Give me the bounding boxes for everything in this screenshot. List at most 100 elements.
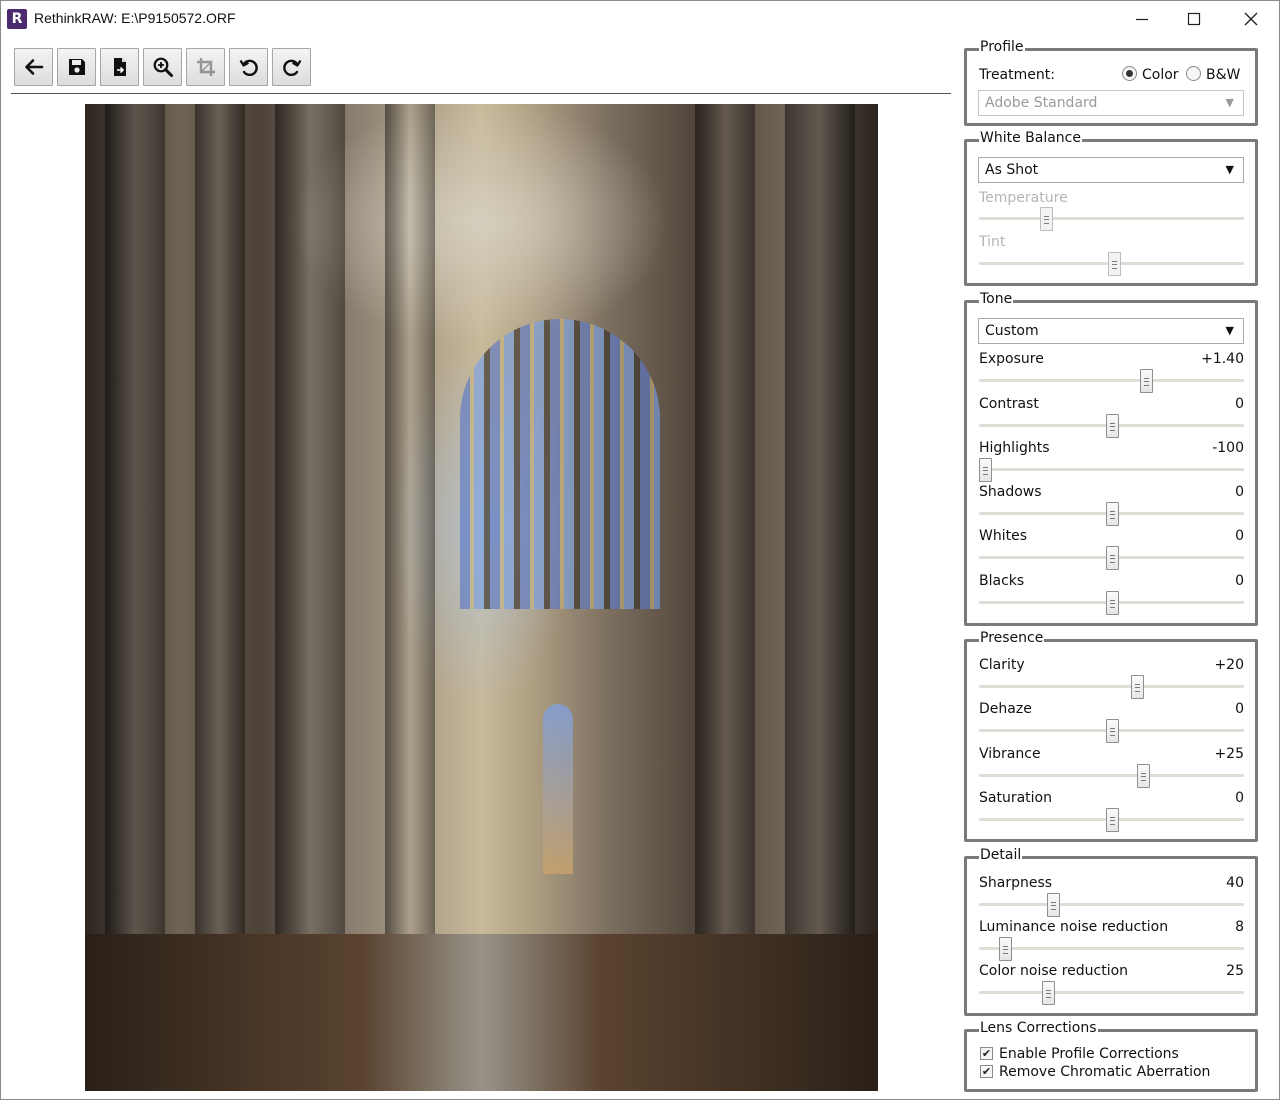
temperature-label: Temperature xyxy=(979,190,1068,206)
highlights-slider[interactable] xyxy=(979,458,1244,482)
slider-track xyxy=(979,774,1244,777)
slider-thumb[interactable] xyxy=(999,937,1013,961)
slider-thumb[interactable] xyxy=(1039,207,1053,231)
slider-thumb[interactable] xyxy=(1130,675,1144,699)
title-bar[interactable]: R RethinkRAW: E:\P9150572.ORF xyxy=(1,1,1279,37)
chevron-down-icon: ▼ xyxy=(1225,163,1234,176)
exposure-slider[interactable] xyxy=(979,369,1244,393)
back-button[interactable] xyxy=(14,48,53,86)
treatment-label: Treatment: xyxy=(979,67,1055,83)
crop-button[interactable] xyxy=(186,48,225,86)
saturation-slider[interactable] xyxy=(979,808,1244,832)
tint-label: Tint xyxy=(979,234,1006,250)
slider-thumb[interactable] xyxy=(1137,764,1151,788)
crop-icon xyxy=(196,58,215,76)
enable-profile-corrections-label: Enable Profile Corrections xyxy=(999,1046,1179,1062)
presence-group: Presence Clarity +20 Dehaze 0 Vibrance +… xyxy=(964,630,1258,842)
dehaze-slider[interactable] xyxy=(979,719,1244,743)
app-logo-icon: R xyxy=(7,9,27,29)
temperature-slider[interactable] xyxy=(979,207,1244,231)
chevron-down-icon: ▼ xyxy=(1225,96,1234,109)
pillar-shape xyxy=(695,104,755,964)
chevron-down-icon: ▼ xyxy=(1225,324,1234,337)
zoom-button[interactable] xyxy=(143,48,182,86)
blacks-label: Blacks xyxy=(979,573,1025,589)
lens-corrections-group: Lens Corrections ✔ Enable Profile Correc… xyxy=(964,1020,1258,1092)
slider-thumb[interactable] xyxy=(1047,893,1061,917)
stained-glass-window xyxy=(460,319,660,609)
rotate-right-button[interactable] xyxy=(272,48,311,86)
clarity-slider[interactable] xyxy=(979,675,1244,699)
pillar-shape xyxy=(385,104,435,964)
tone-group: Tone Custom ▼ Exposure +1.40 Contrast 0 … xyxy=(964,291,1258,626)
luminance-noise-label: Luminance noise reduction xyxy=(979,919,1169,935)
tone-preset-select[interactable]: Custom ▼ xyxy=(978,318,1244,344)
remove-chromatic-aberration-checkbox[interactable]: ✔ xyxy=(980,1065,993,1078)
highlights-value: -100 xyxy=(1212,440,1244,456)
bw-radio-label: B&W xyxy=(1206,67,1241,83)
dehaze-value: 0 xyxy=(1235,701,1244,717)
slider-thumb[interactable] xyxy=(1105,414,1119,438)
tint-slider[interactable] xyxy=(979,252,1244,276)
vibrance-label: Vibrance xyxy=(979,746,1041,762)
slider-track xyxy=(979,903,1244,906)
save-button[interactable] xyxy=(57,48,96,86)
remove-chromatic-aberration-label: Remove Chromatic Aberration xyxy=(999,1064,1211,1080)
white-balance-select[interactable]: As Shot ▼ xyxy=(978,157,1244,183)
rotate-left-button[interactable] xyxy=(229,48,268,86)
saturation-label: Saturation xyxy=(979,790,1052,806)
slider-thumb[interactable] xyxy=(1105,591,1119,615)
slider-track xyxy=(979,217,1244,220)
slider-thumb[interactable] xyxy=(1139,369,1153,393)
slider-track xyxy=(979,685,1244,688)
contrast-slider[interactable] xyxy=(979,414,1244,438)
lower-stained-glass-window xyxy=(543,704,573,874)
color-noise-label: Color noise reduction xyxy=(979,963,1129,979)
contrast-label: Contrast xyxy=(979,396,1039,412)
color-radio-label: Color xyxy=(1142,67,1179,83)
enable-profile-corrections-checkbox[interactable]: ✔ xyxy=(980,1047,993,1060)
profile-select[interactable]: Adobe Standard ▼ xyxy=(978,90,1244,116)
blacks-slider[interactable] xyxy=(979,591,1244,615)
luminance-noise-value: 8 xyxy=(1235,919,1244,935)
whites-slider[interactable] xyxy=(979,546,1244,570)
color-noise-slider[interactable] xyxy=(979,981,1244,1005)
export-button[interactable] xyxy=(100,48,139,86)
close-button[interactable] xyxy=(1222,1,1280,37)
photo-preview[interactable] xyxy=(85,104,878,1091)
sharpness-slider[interactable] xyxy=(979,893,1244,917)
slider-thumb[interactable] xyxy=(1105,546,1119,570)
slider-thumb[interactable] xyxy=(1105,808,1119,832)
arrow-left-icon xyxy=(24,59,43,75)
group-legend: Profile xyxy=(979,39,1025,55)
group-legend: Presence xyxy=(979,630,1045,646)
window-title: RethinkRAW: E:\P9150572.ORF xyxy=(34,10,236,26)
rotate-ccw-icon xyxy=(239,59,258,77)
maximize-button[interactable] xyxy=(1165,1,1223,37)
slider-thumb[interactable] xyxy=(1105,502,1119,526)
slider-thumb[interactable] xyxy=(1042,981,1056,1005)
sharpness-value: 40 xyxy=(1226,875,1244,891)
exposure-value: +1.40 xyxy=(1201,351,1244,367)
group-legend: White Balance xyxy=(979,130,1082,146)
dehaze-label: Dehaze xyxy=(979,701,1032,717)
color-radio[interactable] xyxy=(1122,66,1137,81)
minimize-button[interactable] xyxy=(1113,1,1171,37)
pillar-shape xyxy=(105,104,165,964)
floppy-disk-icon xyxy=(68,59,85,75)
slider-thumb[interactable] xyxy=(1108,252,1122,276)
slider-track xyxy=(979,991,1244,994)
sharpness-label: Sharpness xyxy=(979,875,1053,891)
slider-thumb[interactable] xyxy=(1105,719,1119,743)
group-legend: Detail xyxy=(979,847,1023,863)
bw-radio[interactable] xyxy=(1186,66,1201,81)
vibrance-slider[interactable] xyxy=(979,764,1244,788)
luminance-noise-slider[interactable] xyxy=(979,937,1244,961)
pillar-shape xyxy=(785,104,855,964)
file-export-icon xyxy=(113,58,126,76)
shadows-slider[interactable] xyxy=(979,502,1244,526)
close-icon xyxy=(1244,12,1258,26)
profile-group: Profile Treatment: Color B&W Adobe Stand… xyxy=(964,39,1258,126)
slider-thumb[interactable] xyxy=(979,458,992,482)
white-balance-select-value: As Shot xyxy=(985,162,1039,178)
